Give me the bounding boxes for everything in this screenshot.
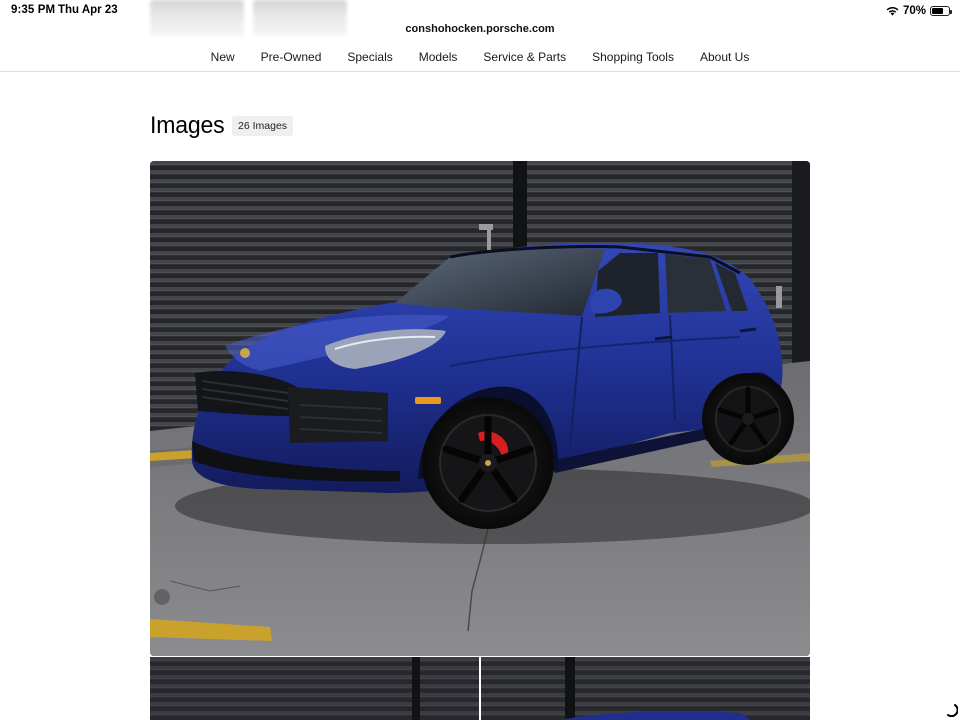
loading-spinner-icon <box>947 704 958 717</box>
nav-list: New Pre-Owned Specials Models Service & … <box>0 49 960 65</box>
nav-item-specials[interactable]: Specials <box>334 49 405 65</box>
status-bar: 9:35 PM Thu Apr 23 70% <box>0 0 960 36</box>
nav-item-shopping-tools[interactable]: Shopping Tools <box>579 49 687 65</box>
scrolled-thumbnails <box>150 0 347 36</box>
address-bar[interactable]: conshohocken.porsche.com <box>404 20 556 39</box>
nav-item-service-parts[interactable]: Service & Parts <box>470 49 579 65</box>
vehicle-photo-illustration <box>150 161 810 656</box>
gallery-thumbnail[interactable] <box>150 657 479 720</box>
gallery-thumbnail-row <box>150 657 810 720</box>
gallery-title: Images <box>150 112 225 139</box>
thumbnail-illustration <box>150 657 479 720</box>
thumbnail-blurred <box>150 0 244 36</box>
battery-icon <box>930 6 952 16</box>
status-date: Thu Apr 23 <box>58 4 118 16</box>
thumbnail-blurred <box>253 0 347 36</box>
wifi-icon <box>886 6 899 16</box>
status-indicators: 70% <box>886 4 952 18</box>
battery-percent: 70% <box>902 5 926 17</box>
nav-item-models[interactable]: Models <box>406 49 471 65</box>
gallery-thumbnail[interactable] <box>481 657 810 720</box>
battery-fill <box>932 8 944 14</box>
main-vehicle-photo[interactable] <box>150 161 810 656</box>
image-count-badge: 26 Images <box>232 116 294 136</box>
site-nav: New Pre-Owned Specials Models Service & … <box>0 43 960 72</box>
thumbnail-illustration <box>481 657 810 720</box>
nav-item-about-us[interactable]: About Us <box>687 49 762 65</box>
nav-item-new[interactable]: New <box>198 49 248 65</box>
nav-item-pre-owned[interactable]: Pre-Owned <box>248 49 335 65</box>
status-time: 9:35 PM <box>11 4 56 16</box>
